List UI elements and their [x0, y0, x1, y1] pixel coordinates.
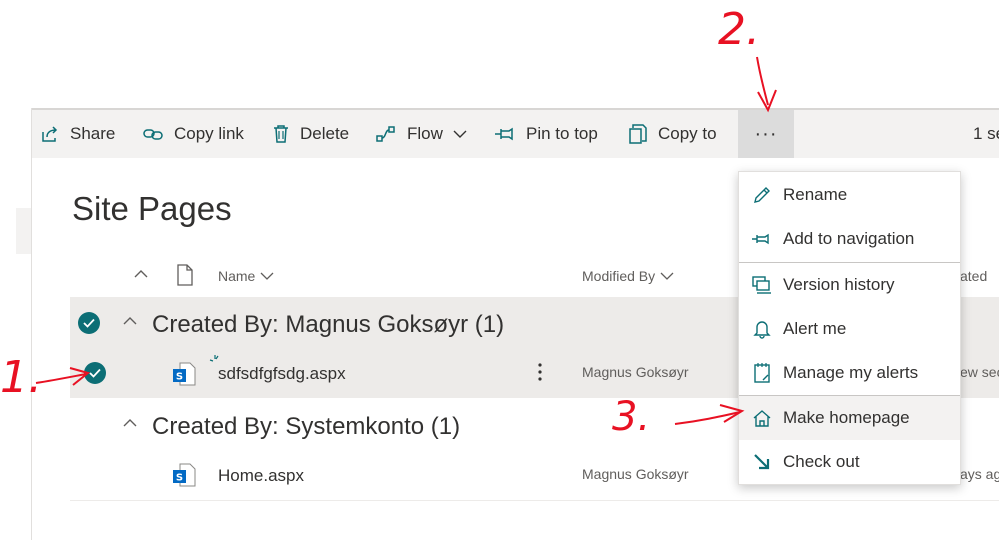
annotation-step-1: 1.	[0, 352, 42, 403]
annotation-step-3: 3.	[612, 394, 651, 440]
annotation-arrows	[35, 56, 777, 425]
annotation-step-2: 2.	[718, 4, 760, 55]
